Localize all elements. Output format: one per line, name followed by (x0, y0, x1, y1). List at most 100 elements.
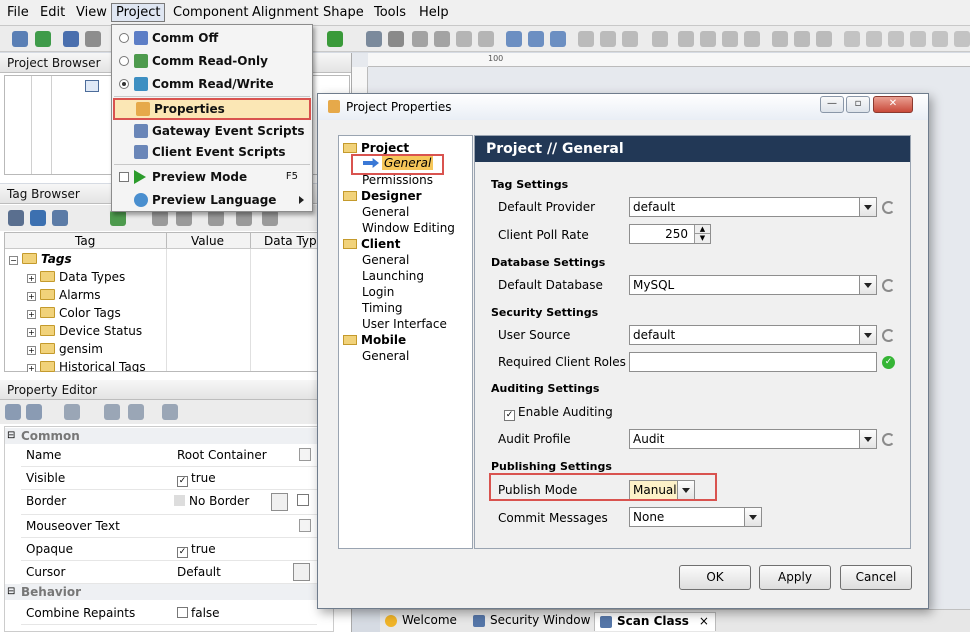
tag-edit-icon[interactable] (152, 210, 168, 226)
nav-item-designer-general[interactable]: General (362, 205, 409, 219)
tree-item[interactable]: + gensim (27, 342, 103, 356)
default-provider-select[interactable]: default (629, 197, 877, 217)
collapse-icon[interactable]: − (9, 256, 18, 265)
checkbox-unchecked[interactable] (177, 607, 188, 618)
align-middle-icon[interactable] (866, 31, 882, 47)
nav-item-window-editing[interactable]: Window Editing (362, 221, 455, 235)
menu-alignment[interactable]: Alignment (252, 5, 319, 20)
nav-item-launching[interactable]: Launching (362, 269, 424, 283)
group-icon[interactable] (412, 31, 428, 47)
ok-button[interactable]: OK (679, 565, 751, 590)
spinner-down-icon[interactable]: ▼ (694, 234, 710, 243)
paste-icon[interactable] (236, 210, 252, 226)
prop-value[interactable]: Root Container (177, 448, 267, 462)
checkbox-checked[interactable]: ✓ (504, 410, 515, 421)
user-source-select[interactable]: default (629, 325, 877, 345)
menu-item-comm-read-only[interactable]: Comm Read-Only (112, 50, 312, 72)
chevron-down-icon[interactable] (859, 276, 876, 294)
layer-icon[interactable] (456, 31, 472, 47)
nav-item-mobile-general[interactable]: General (362, 349, 409, 363)
prop-row-name[interactable]: Name Root Container (21, 444, 317, 467)
ungroup-icon[interactable] (434, 31, 450, 47)
chevron-down-icon[interactable] (271, 493, 288, 511)
menu-tools[interactable]: Tools (374, 5, 406, 20)
nav-group-project[interactable]: Project (361, 141, 409, 155)
flip-icon[interactable] (678, 31, 694, 47)
expand-icon[interactable]: + (27, 310, 36, 319)
menu-file[interactable]: File (7, 5, 29, 20)
tab-welcome[interactable]: Welcome (380, 612, 463, 631)
menu-component[interactable]: Component (173, 5, 248, 20)
enable-auditing-checkbox[interactable]: ✓ Enable Auditing (504, 405, 613, 421)
undo-icon[interactable] (85, 31, 101, 47)
menu-item-client-event-scripts[interactable]: Client Event Scripts (112, 141, 312, 163)
rotate-icon[interactable] (652, 31, 668, 47)
refresh-icon[interactable] (882, 329, 895, 342)
shape-union-icon[interactable] (722, 31, 738, 47)
menu-item-properties[interactable]: Properties (113, 98, 311, 120)
expand-icon[interactable]: + (27, 292, 36, 301)
tree-root[interactable]: − Tags (9, 252, 72, 266)
edit-icon[interactable] (299, 519, 311, 532)
edit-icon[interactable] (299, 448, 311, 461)
filter-icon[interactable] (162, 404, 178, 420)
align-right-icon[interactable] (622, 31, 638, 47)
prop-value[interactable]: No Border (189, 494, 249, 508)
tree-item[interactable]: + Color Tags (27, 306, 121, 320)
menu-item-preview-language[interactable]: Preview Language (112, 189, 312, 211)
expand-icon[interactable]: + (27, 328, 36, 337)
chevron-down-icon[interactable] (744, 508, 761, 526)
tree-item[interactable]: + Alarms (27, 288, 101, 302)
minimize-button[interactable]: — (820, 96, 844, 113)
collapse-icon[interactable]: ⊟ (7, 430, 15, 441)
path-icon[interactable] (772, 31, 788, 47)
component-icon[interactable] (327, 31, 343, 47)
customizers-icon[interactable] (104, 404, 120, 420)
delete-icon[interactable] (262, 210, 278, 226)
required-client-roles-input[interactable] (629, 352, 877, 372)
tab-security-window[interactable]: Security Window (468, 612, 596, 631)
maximize-button[interactable]: ▫ (846, 96, 870, 113)
menu-item-comm-off[interactable]: Comm Off (112, 27, 312, 49)
close-button[interactable]: ✕ (873, 96, 913, 113)
chevron-down-icon[interactable] (859, 198, 876, 216)
zoom-fit-icon[interactable] (550, 31, 566, 47)
space-icon[interactable] (932, 31, 948, 47)
align-left-icon[interactable] (578, 31, 594, 47)
tree-item[interactable]: + Device Status (27, 324, 142, 338)
menu-item-preview-mode[interactable]: Preview Mode F5 (112, 166, 312, 188)
nav-item-client-general[interactable]: General (362, 253, 409, 267)
menu-item-gateway-event-scripts[interactable]: Gateway Event Scripts (112, 120, 312, 142)
menu-item-comm-read-write[interactable]: Comm Read/Write (112, 73, 312, 95)
prop-row-cursor[interactable]: Cursor Default (21, 561, 317, 584)
tree-item[interactable]: + Historical Tags (27, 360, 146, 372)
client-poll-rate-spinner[interactable]: 250 ▲ ▼ (629, 224, 711, 244)
category-sort-icon[interactable] (5, 404, 21, 420)
section-behavior[interactable]: ⊟ Behavior (5, 584, 333, 600)
save-icon[interactable] (12, 31, 28, 47)
menu-view[interactable]: View (76, 5, 107, 20)
pen-icon[interactable] (794, 31, 810, 47)
collapse-icon[interactable]: ⊟ (7, 586, 15, 597)
close-icon[interactable]: × (699, 614, 709, 628)
expand-icon[interactable]: + (27, 346, 36, 355)
prop-value[interactable]: ✓ true (177, 542, 216, 558)
binding-icon[interactable] (64, 404, 80, 420)
opc-tag-icon[interactable] (176, 210, 192, 226)
nav-group-mobile[interactable]: Mobile (361, 333, 406, 347)
dialog-titlebar[interactable]: Project Properties — ▫ ✕ (318, 94, 928, 120)
alpha-sort-icon[interactable] (26, 404, 42, 420)
prop-row-visible[interactable]: Visible ✓ true (21, 467, 317, 490)
chevron-down-icon[interactable] (293, 563, 310, 581)
menu-help[interactable]: Help (419, 5, 449, 20)
shape-diff-icon[interactable] (744, 31, 760, 47)
align-bottom-icon[interactable] (888, 31, 904, 47)
prop-row-combine-repaints[interactable]: Combine Repaints false (21, 602, 317, 625)
col-tag[interactable]: Tag (75, 234, 95, 248)
col-datatype[interactable]: Data Type (264, 234, 324, 248)
tab-scan-class[interactable]: Scan Class × (594, 612, 716, 631)
publish-icon[interactable] (63, 31, 79, 47)
prop-row-opaque[interactable]: Opaque ✓ true (21, 538, 317, 561)
scripting-icon[interactable] (128, 404, 144, 420)
opc-browse-icon[interactable] (30, 210, 46, 226)
